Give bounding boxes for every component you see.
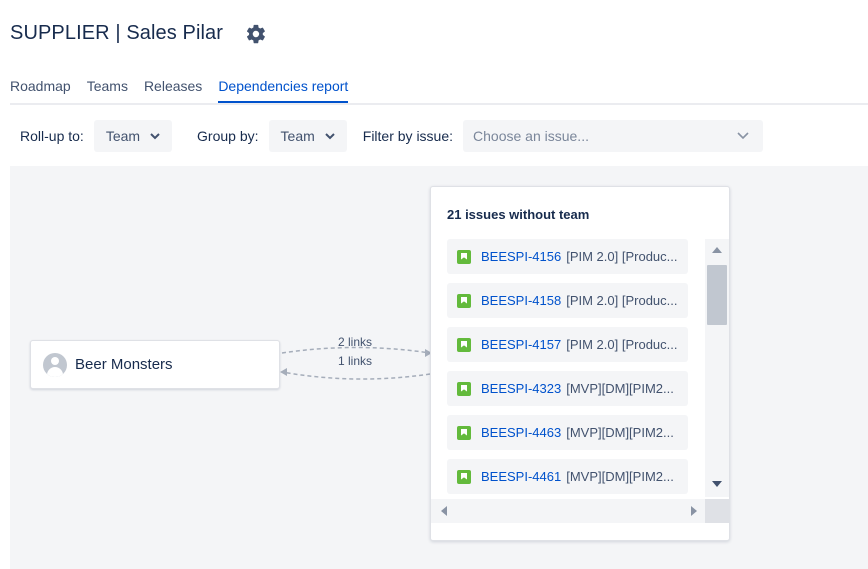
scroll-right-icon[interactable] <box>691 506 697 516</box>
issue-list[interactable]: BEESPI-4156 [PIM 2.0] [Produc... BEESPI-… <box>447 239 705 497</box>
issue-row[interactable]: BEESPI-4158 [PIM 2.0] [Produc... <box>447 283 688 318</box>
tab-bar: Roadmap Teams Releases Dependencies repo… <box>10 72 868 105</box>
issue-key[interactable]: BEESPI-4323 <box>481 381 561 396</box>
tab-roadmap[interactable]: Roadmap <box>10 72 71 103</box>
issue-key[interactable]: BEESPI-4156 <box>481 249 561 264</box>
scroll-down-icon[interactable] <box>712 481 722 487</box>
issue-summary: [PIM 2.0] [Produc... <box>566 249 678 264</box>
dependencies-report-page: SUPPLIER | Sales Pilar Roadmap Teams Rel… <box>0 0 868 569</box>
issue-summary: [PIM 2.0] [Produc... <box>566 337 678 352</box>
issue-filter-placeholder: Choose an issue... <box>473 128 589 144</box>
page-header: SUPPLIER | Sales Pilar <box>10 22 267 45</box>
tab-releases[interactable]: Releases <box>144 72 202 103</box>
avatar-icon <box>43 352 67 377</box>
issue-key[interactable]: BEESPI-4461 <box>481 469 561 484</box>
rollup-label: Roll-up to: <box>20 128 84 144</box>
story-icon <box>457 293 471 308</box>
scroll-left-icon[interactable] <box>441 506 447 516</box>
chevron-down-icon <box>150 132 160 140</box>
story-icon <box>457 381 471 396</box>
team-name: Beer Monsters <box>75 356 173 373</box>
issue-row[interactable]: BEESPI-4463 [MVP][DM][PIM2... <box>447 415 688 450</box>
issue-row[interactable]: BEESPI-4156 [PIM 2.0] [Produc... <box>447 239 688 274</box>
story-icon <box>457 469 471 484</box>
groupby-label: Group by: <box>197 128 259 144</box>
gear-icon[interactable] <box>245 23 267 45</box>
horizontal-scrollbar[interactable] <box>431 499 705 523</box>
page-title: SUPPLIER | Sales Pilar <box>10 22 224 44</box>
issue-key[interactable]: BEESPI-4463 <box>481 425 561 440</box>
issue-key[interactable]: BEESPI-4157 <box>481 337 561 352</box>
issue-row[interactable]: BEESPI-4157 [PIM 2.0] [Produc... <box>447 327 688 362</box>
issue-row[interactable]: BEESPI-4461 [MVP][DM][PIM2... <box>447 459 688 494</box>
issue-summary: [PIM 2.0] [Produc... <box>566 293 678 308</box>
issue-summary: [MVP][DM][PIM2... <box>566 425 674 440</box>
team-node[interactable]: Beer Monsters <box>30 340 280 389</box>
panel-title: 21 issues without team <box>447 207 590 222</box>
link-label-outgoing: 2 links <box>338 335 373 349</box>
link-label-incoming: 1 links <box>338 354 373 368</box>
groupby-select[interactable]: Team <box>268 120 347 152</box>
scrollbar-thumb[interactable] <box>707 265 727 325</box>
filter-issue-label: Filter by issue: <box>362 128 454 144</box>
story-icon <box>457 249 471 264</box>
rollup-select[interactable]: Team <box>93 120 173 152</box>
chevron-down-icon <box>325 132 335 140</box>
issue-row[interactable]: BEESPI-4323 [MVP][DM][PIM2... <box>447 371 688 406</box>
issues-without-team-panel: 21 issues without team BEESPI-4156 [PIM … <box>430 186 730 541</box>
issue-filter-select[interactable]: Choose an issue... <box>463 120 764 152</box>
issue-summary: [MVP][DM][PIM2... <box>566 469 674 484</box>
issue-summary: [MVP][DM][PIM2... <box>566 381 674 396</box>
groupby-value: Team <box>280 128 315 144</box>
vertical-scrollbar[interactable] <box>705 239 729 497</box>
filter-toolbar: Roll-up to: Team Group by: Team Filter b… <box>20 120 764 152</box>
tab-teams[interactable]: Teams <box>87 72 128 103</box>
story-icon <box>457 425 471 440</box>
scrollbar-corner <box>705 499 729 523</box>
tab-dependencies-report[interactable]: Dependencies report <box>218 72 349 103</box>
chevron-down-icon <box>737 132 749 140</box>
rollup-value: Team <box>105 128 141 144</box>
story-icon <box>457 337 471 352</box>
scroll-up-icon[interactable] <box>712 247 722 253</box>
issue-key[interactable]: BEESPI-4158 <box>481 293 561 308</box>
